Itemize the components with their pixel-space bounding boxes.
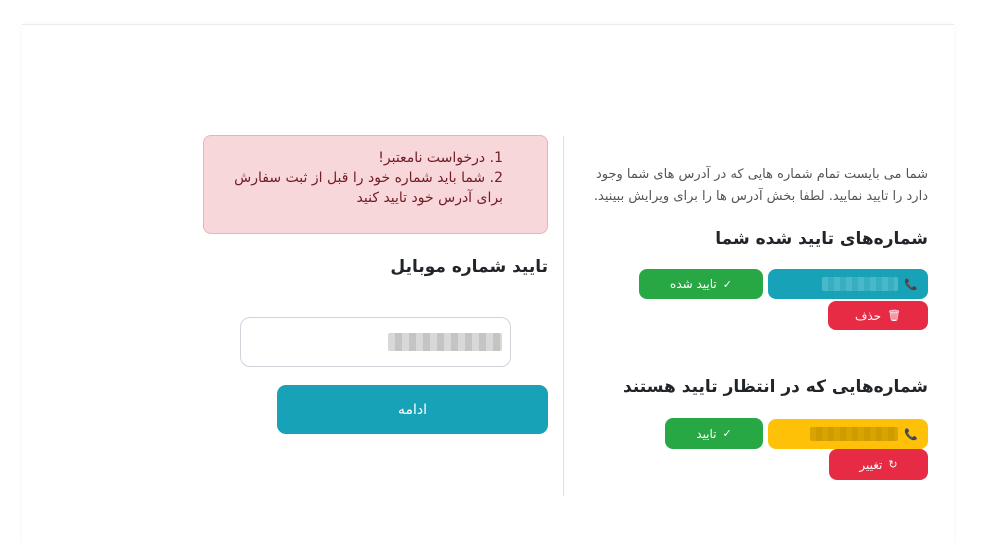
verified-title: شماره‌های تایید شده شما [715,229,928,249]
delete-button[interactable]: 🗑 حذف [828,301,928,330]
verified-status-label: تایید شده [670,277,717,291]
change-label: تغییر [859,457,883,472]
check-icon: ✓ [722,427,732,440]
pending-title: شماره‌هایی که در انتظار تایید هستند [623,377,928,397]
phone-icon: 📞 [904,277,918,291]
verify-label: تایید [696,426,717,441]
mobile-verify-title: تایید شماره موبایل [390,257,548,277]
verified-status-button[interactable]: ✓ تایید شده [639,269,763,299]
alert-item: 1. درخواست نامعتبر! [378,150,503,166]
continue-button[interactable]: ادامه [277,385,548,434]
masked-phone-number [810,427,899,441]
verify-button[interactable]: ✓ تایید [665,418,763,449]
trash-icon: 🗑 [887,309,902,322]
verified-phone-button[interactable]: 📞 [768,269,928,299]
mobile-number-input[interactable] [240,317,511,367]
column-divider [563,136,564,496]
pending-phone-button[interactable]: 📞 [768,419,928,449]
change-button[interactable]: ↻ تغییر [829,449,928,480]
check-icon: ✓ [722,277,732,291]
error-alert: 1. درخواست نامعتبر! 2. شما باید شماره خو… [203,135,548,234]
masked-input-value [388,333,502,351]
refresh-icon: ↻ [888,458,898,471]
phone-icon: 📞 [904,427,918,441]
info-text: شما می بایست تمام شماره هایی که در آدرس … [593,167,928,204]
alert-item: 2. شما باید شماره خود را قبل از ثبت سفار… [234,170,503,206]
masked-phone-number [822,277,899,291]
delete-label: حذف [854,308,882,323]
